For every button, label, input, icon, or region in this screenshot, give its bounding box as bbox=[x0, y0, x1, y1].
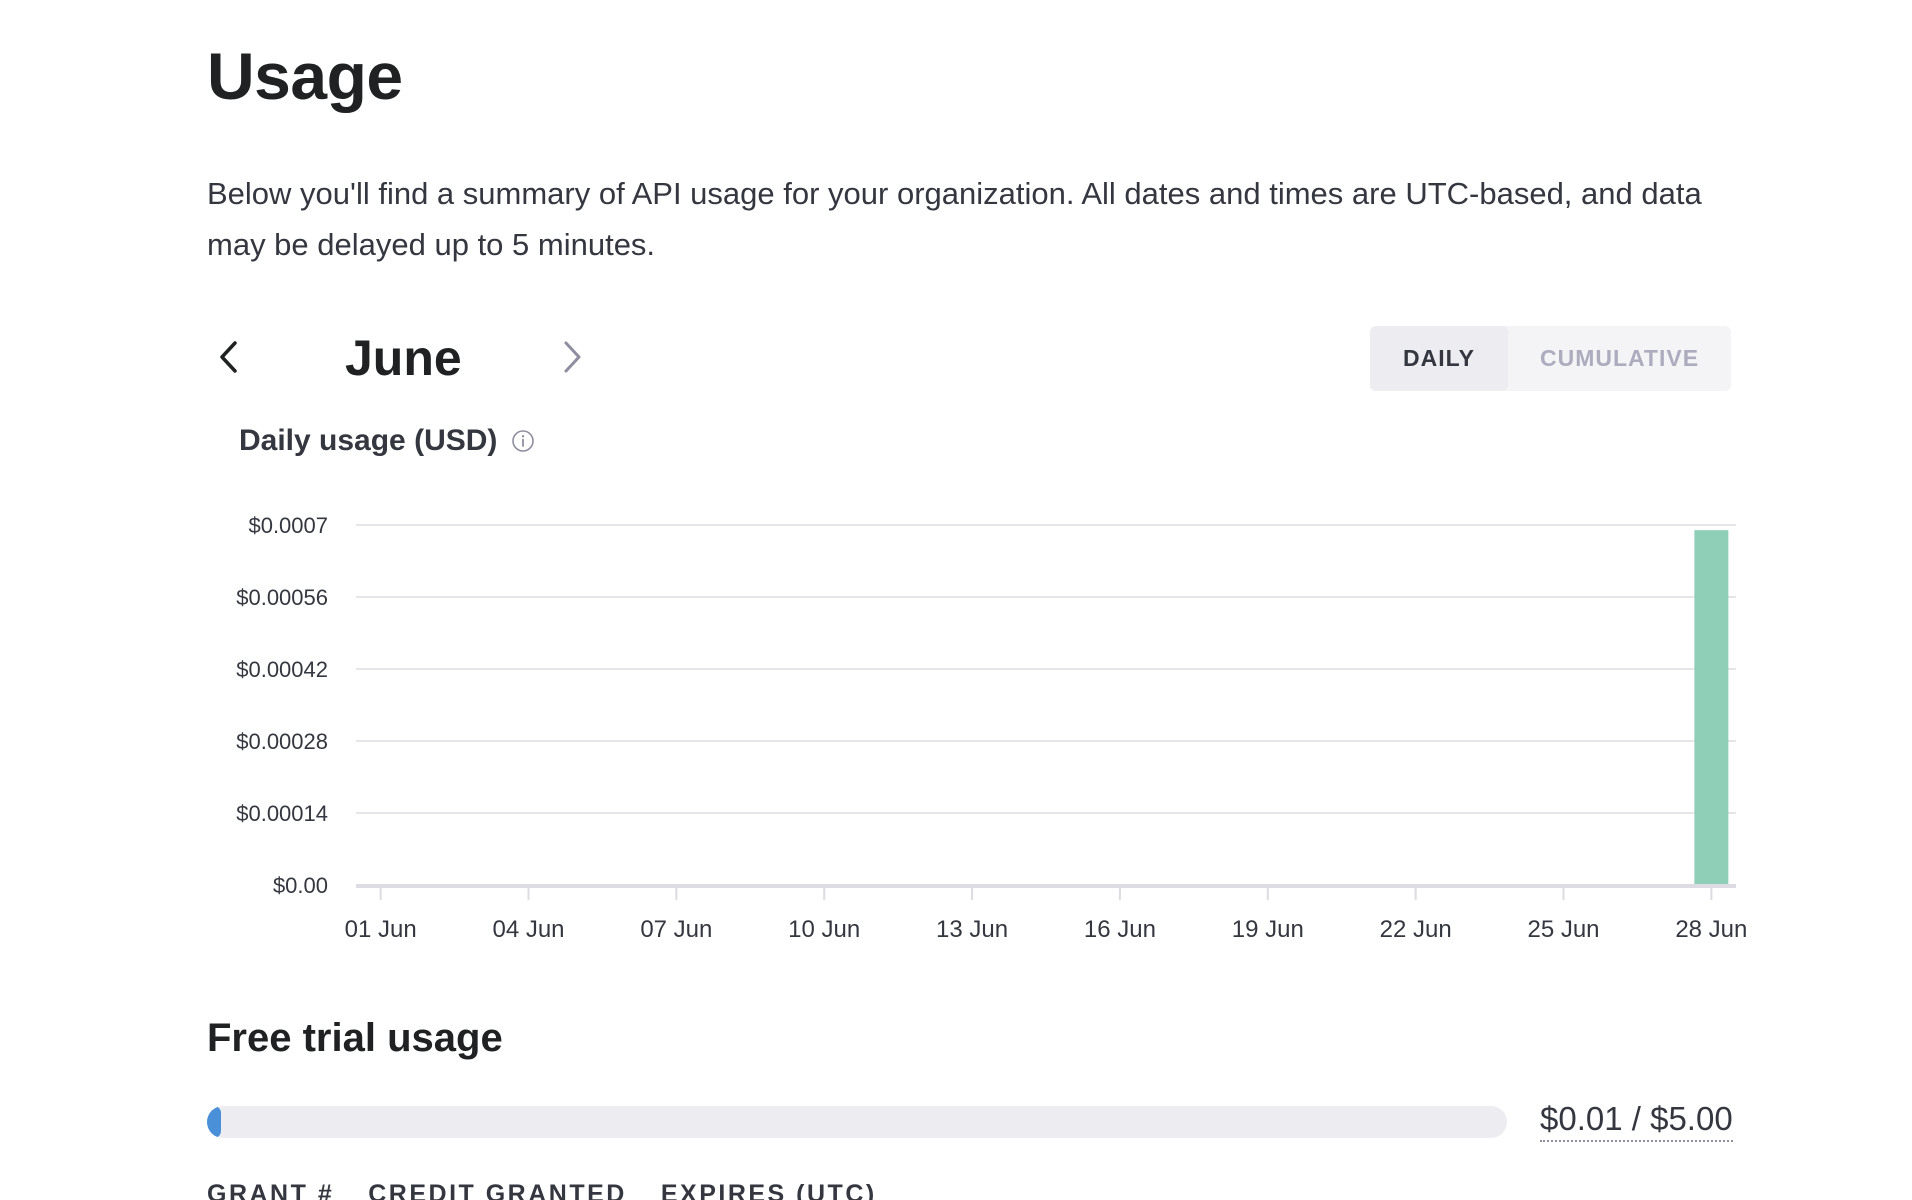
month-navigator: June bbox=[207, 325, 607, 391]
free-trial-amount[interactable]: $0.01 / $5.00 bbox=[1540, 1100, 1733, 1142]
usage-bar bbox=[1694, 530, 1729, 885]
y-tick-label: $0.00028 bbox=[236, 729, 328, 754]
free-trial-title: Free trial usage bbox=[207, 1016, 503, 1060]
y-tick-label: $0.00056 bbox=[236, 585, 328, 610]
x-tick-label: 19 Jun bbox=[1232, 916, 1304, 943]
y-tick-label: $0.00042 bbox=[236, 657, 328, 682]
y-tick-label: $0.00014 bbox=[236, 801, 328, 826]
x-tick-label: 10 Jun bbox=[788, 916, 860, 943]
x-tick-label: 16 Jun bbox=[1084, 916, 1156, 943]
x-tick-label: 07 Jun bbox=[640, 916, 712, 943]
x-tick-label: 28 Jun bbox=[1675, 916, 1747, 943]
x-tick-label: 25 Jun bbox=[1527, 916, 1599, 943]
info-icon[interactable] bbox=[511, 429, 535, 453]
column-credit-granted: CREDIT GRANTED bbox=[368, 1180, 627, 1200]
grants-table-header: GRANT # CREDIT GRANTED EXPIRES (UTC) bbox=[207, 1180, 911, 1200]
x-tick-label: 13 Jun bbox=[936, 916, 1008, 943]
chart-title: Daily usage (USD) bbox=[239, 424, 498, 457]
daily-usage-chart: $0.0007 $0.00056 $0.00042 $0.00028 $0.00014 $… bbox=[236, 513, 1747, 943]
x-tick-label: 22 Jun bbox=[1380, 916, 1452, 943]
column-grant-number: GRANT # bbox=[207, 1180, 335, 1200]
y-tick-label: $0.0007 bbox=[248, 513, 328, 538]
x-tick-label: 04 Jun bbox=[492, 916, 564, 943]
cumulative-view-button[interactable]: CUMULATIVE bbox=[1508, 326, 1731, 391]
y-tick-label: $0.00 bbox=[273, 873, 328, 898]
usage-page: Usage Below you'll find a summary of API… bbox=[0, 0, 1912, 1200]
chart-header: Daily usage (USD) bbox=[239, 424, 535, 458]
current-month-label: June bbox=[345, 330, 462, 386]
chevron-left-icon bbox=[220, 341, 237, 373]
page-title: Usage bbox=[207, 39, 403, 113]
daily-view-button[interactable]: DAILY bbox=[1370, 326, 1508, 391]
page-description: Below you'll find a summary of API usage… bbox=[207, 176, 1702, 262]
x-tick-label: 01 Jun bbox=[345, 916, 417, 943]
next-month-button[interactable] bbox=[550, 335, 594, 379]
previous-month-button[interactable] bbox=[207, 335, 251, 379]
free-trial-progress-fill bbox=[207, 1106, 221, 1138]
view-mode-toggle: DAILY CUMULATIVE bbox=[1370, 326, 1731, 391]
free-trial-progress-bar bbox=[207, 1106, 1507, 1138]
chevron-right-icon bbox=[564, 341, 581, 373]
column-expires: EXPIRES (UTC) bbox=[660, 1180, 877, 1200]
